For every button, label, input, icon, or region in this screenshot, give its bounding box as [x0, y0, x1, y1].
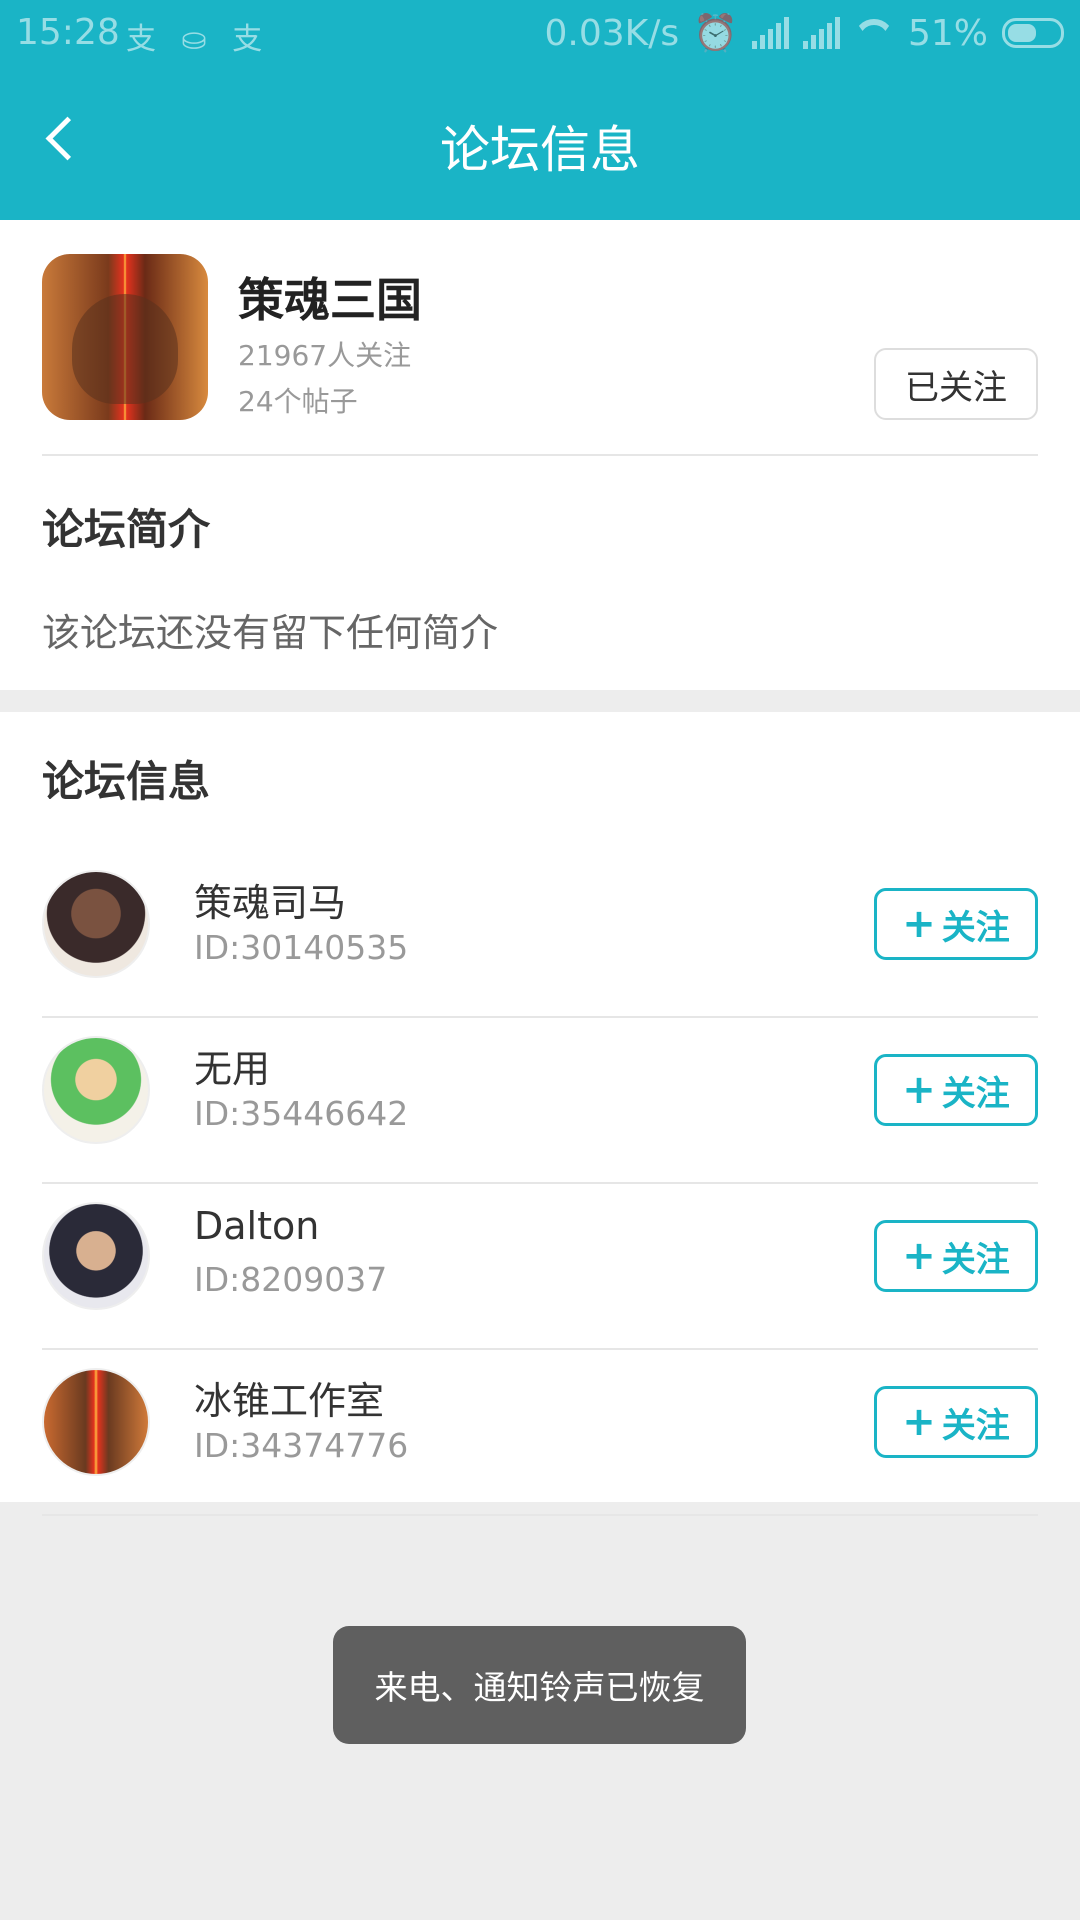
avatar	[42, 1036, 150, 1144]
follow-button[interactable]: + 关注	[874, 1054, 1038, 1126]
forum-logo	[42, 254, 208, 420]
follow-button[interactable]: + 关注	[874, 1386, 1038, 1458]
forum-header-card: 策魂三国 21967人关注 24个帖子 已关注 论坛简介 该论坛还没有留下任何简…	[0, 220, 1080, 690]
list-item[interactable]: 无用 ID:35446642 + 关注	[0, 1018, 1080, 1184]
divider	[42, 1514, 1038, 1516]
member-id: ID:34374776	[194, 1426, 409, 1465]
status-time: 15:28	[16, 12, 120, 53]
avatar	[42, 870, 150, 978]
wifi-icon	[854, 17, 894, 49]
forum-info-card: 论坛信息 策魂司马 ID:30140535 + 关注 无用 ID:35446642…	[0, 712, 1080, 1516]
list-item[interactable]: Dalton ID:8209037 + 关注	[0, 1184, 1080, 1350]
network-speed: 0.03K/s	[544, 12, 680, 54]
member-name: 无用	[194, 1047, 271, 1091]
member-id: ID:8209037	[194, 1260, 388, 1299]
app-bar: 论坛信息	[0, 66, 1080, 220]
member-name: 策魂司马	[194, 881, 347, 925]
header: 15:28 支 ⛀ 支 0.03K/s ⏰ 51% 论坛信息	[0, 0, 1080, 220]
info-heading: 论坛信息	[42, 757, 211, 806]
forum-posts: 24个帖子	[238, 385, 358, 418]
avatar	[42, 1202, 150, 1310]
member-id: ID:30140535	[194, 928, 409, 967]
page-title: 论坛信息	[440, 121, 640, 179]
member-name: 冰锥工作室	[194, 1379, 385, 1423]
follow-label: 关注	[941, 1239, 1010, 1280]
plus-icon: +	[902, 1399, 936, 1445]
divider	[42, 454, 1038, 456]
toast-message: 来电、通知铃声已恢复	[333, 1626, 746, 1744]
forum-followers: 21967人关注	[238, 339, 412, 372]
status-bar: 15:28 支 ⛀ 支 0.03K/s ⏰ 51%	[0, 0, 1080, 66]
alarm-icon: ⏰	[693, 13, 738, 54]
intro-heading: 论坛简介	[42, 505, 211, 554]
plus-icon: +	[902, 1067, 936, 1113]
follow-button[interactable]: + 关注	[874, 888, 1038, 960]
battery-icon	[1002, 18, 1064, 48]
signal-hd-icon	[802, 17, 840, 49]
plus-icon: +	[902, 901, 936, 947]
follow-button[interactable]: + 关注	[874, 1220, 1038, 1292]
forum-name: 策魂三国	[238, 273, 422, 327]
member-name: Dalton	[194, 1204, 320, 1248]
member-id: ID:35446642	[194, 1094, 409, 1133]
follow-label: 关注	[941, 1073, 1010, 1114]
followed-button[interactable]: 已关注	[874, 348, 1038, 420]
status-right: 0.03K/s ⏰ 51%	[544, 12, 1064, 54]
intro-text: 该论坛还没有留下任何简介	[42, 611, 499, 655]
follow-label: 关注	[941, 1405, 1010, 1446]
plus-icon: +	[902, 1233, 936, 1279]
list-item[interactable]: 策魂司马 ID:30140535 + 关注	[0, 852, 1080, 1018]
battery-text: 51%	[907, 12, 988, 54]
avatar	[42, 1368, 150, 1476]
list-item[interactable]: 冰锥工作室 ID:34374776 + 关注	[0, 1350, 1080, 1516]
signal-icon	[751, 17, 789, 49]
follow-label: 关注	[941, 907, 1010, 948]
notification-icons: 支 ⛀ 支	[126, 22, 271, 57]
